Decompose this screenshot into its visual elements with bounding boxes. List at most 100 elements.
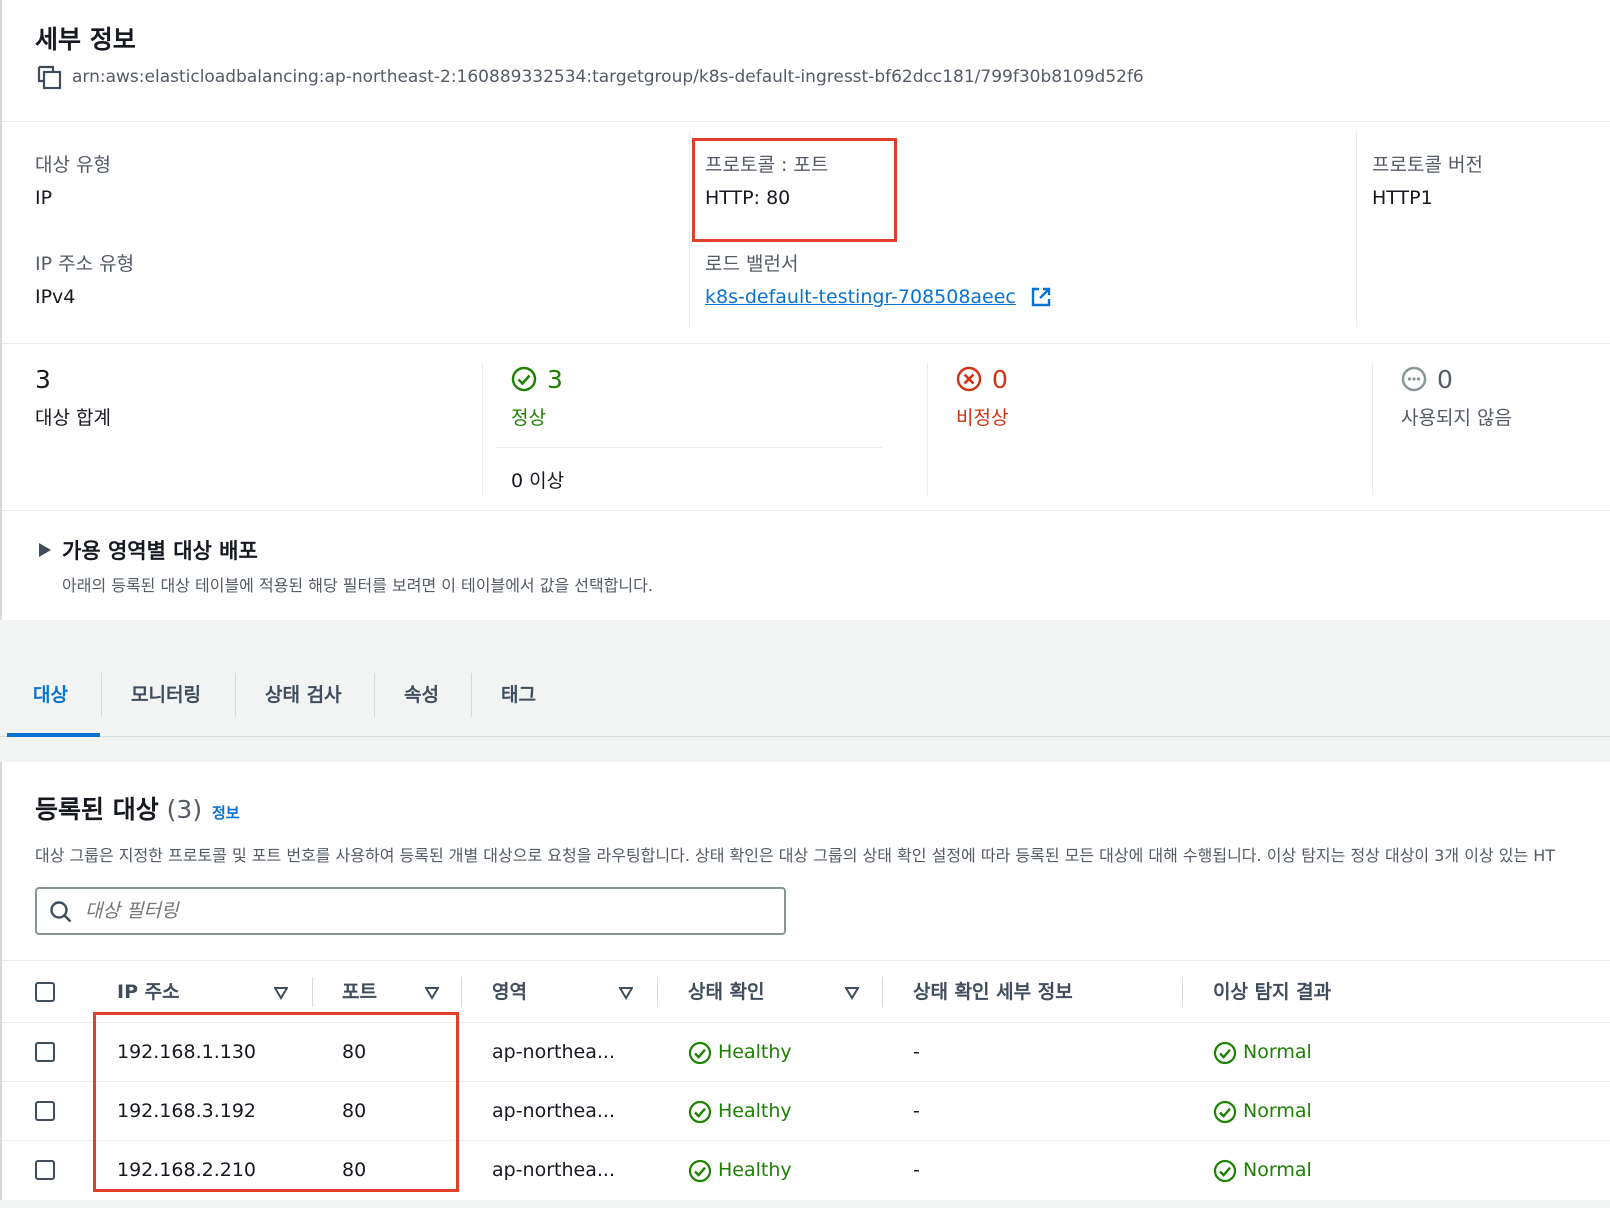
filter-box[interactable] — [35, 887, 786, 935]
healthy-label: 정상 — [511, 407, 546, 429]
registered-count: (3) — [166, 795, 203, 824]
check-circle-icon — [1213, 1159, 1237, 1183]
cell-zone: ap-northea... — [492, 1100, 615, 1122]
row-checkbox[interactable] — [35, 1042, 55, 1062]
tab-tags[interactable]: 태그 — [501, 655, 536, 735]
az-distribution-title[interactable]: 가용 영역별 대상 배포 — [62, 535, 258, 565]
sort-caret-icon[interactable] — [424, 985, 440, 1000]
load-balancer-link[interactable]: k8s-default-testingr-708508aeec — [705, 286, 1016, 308]
details-panel: 세부 정보 arn:aws:elasticloadbalancing:ap-no… — [0, 0, 1610, 620]
check-circle-icon — [688, 1100, 712, 1124]
copy-arn-icon[interactable] — [37, 65, 63, 91]
anomaly-text: Normal — [1243, 1100, 1312, 1122]
target-type-value: IP — [35, 187, 53, 209]
divider — [1356, 132, 1357, 327]
cell-anomaly: Normal — [1213, 1082, 1413, 1140]
total-targets-label: 대상 합계 — [35, 407, 111, 429]
col-header-health[interactable]: 상태 확인 — [688, 961, 765, 1023]
cell-health-details: - — [913, 1159, 920, 1181]
cell-health: Healthy — [688, 1141, 888, 1199]
external-link-icon[interactable] — [1030, 286, 1052, 308]
divider — [2, 510, 1610, 511]
unhealthy-count[interactable]: 0 — [992, 365, 1008, 394]
divider — [374, 673, 375, 717]
check-circle-icon — [1213, 1100, 1237, 1124]
unused-label: 사용되지 않음 — [1401, 407, 1512, 429]
col-header-zone[interactable]: 영역 — [492, 961, 527, 1023]
divider — [657, 977, 658, 1007]
anomaly-text: Normal — [1243, 1159, 1312, 1181]
health-text: Healthy — [718, 1100, 792, 1122]
ip-type-value: IPv4 — [35, 286, 76, 308]
cell-anomaly: Normal — [1213, 1023, 1413, 1081]
divider — [927, 363, 928, 495]
divider — [312, 977, 313, 1007]
search-icon — [49, 900, 73, 924]
divider — [101, 673, 102, 717]
protocol-version-label: 프로토콜 버전 — [1372, 154, 1483, 176]
cell-zone: ap-northea... — [492, 1159, 615, 1181]
tab-attributes[interactable]: 속성 — [404, 655, 439, 735]
registered-title: 등록된 대상 (3) — [35, 790, 202, 826]
divider — [689, 132, 690, 327]
cell-zone: ap-northea... — [492, 1041, 615, 1063]
az-distribution-desc: 아래의 등록된 대상 테이블에 적용된 해당 필터를 보려면 이 테이블에서 값… — [62, 576, 653, 595]
load-balancer-label: 로드 밸런서 — [705, 253, 799, 275]
divider — [482, 363, 483, 495]
filter-input[interactable] — [85, 895, 775, 927]
cell-health-details: - — [913, 1100, 920, 1122]
divider — [235, 673, 236, 717]
tab-monitoring[interactable]: 모니터링 — [131, 655, 201, 735]
divider — [882, 977, 883, 1007]
sort-caret-icon[interactable] — [273, 985, 289, 1000]
divider — [2, 343, 1610, 344]
unused-count[interactable]: 0 — [1437, 365, 1453, 394]
cell-health-details: - — [913, 1041, 920, 1063]
anomaly-text: Normal — [1243, 1041, 1312, 1063]
total-targets-value: 3 — [35, 365, 51, 394]
cell-anomaly: Normal — [1213, 1141, 1413, 1199]
tab-targets[interactable]: 대상 — [33, 655, 68, 735]
check-circle-icon — [688, 1159, 712, 1183]
expand-caret-icon[interactable] — [38, 542, 52, 558]
health-text: Healthy — [718, 1159, 792, 1181]
check-circle-icon — [688, 1041, 712, 1065]
unused-icon — [1401, 366, 1427, 392]
tab-health-checks[interactable]: 상태 검사 — [265, 655, 342, 735]
highlight-box-targets — [93, 1012, 459, 1192]
ip-type-label: IP 주소 유형 — [35, 253, 135, 275]
registered-targets-panel: 등록된 대상 (3) 정보 대상 그룹은 지정한 프로토콜 및 포트 번호를 사… — [0, 762, 1610, 1200]
row-checkbox[interactable] — [35, 1101, 55, 1121]
tab-active-indicator — [7, 733, 100, 737]
row-checkbox[interactable] — [35, 1160, 55, 1180]
sort-caret-icon[interactable] — [618, 985, 634, 1000]
target-type-label: 대상 유형 — [35, 154, 111, 176]
unhealthy-icon — [956, 366, 982, 392]
divider — [461, 977, 462, 1007]
healthy-icon — [511, 366, 537, 392]
info-link[interactable]: 정보 — [212, 802, 240, 823]
col-header-health-details[interactable]: 상태 확인 세부 정보 — [913, 961, 1073, 1023]
cell-health: Healthy — [688, 1082, 888, 1140]
health-text: Healthy — [718, 1041, 792, 1063]
details-title: 세부 정보 — [35, 25, 136, 54]
unhealthy-label: 비정상 — [956, 407, 1009, 429]
registered-desc: 대상 그룹은 지정한 프로토콜 및 포트 번호를 사용하여 등록된 개별 대상으… — [35, 846, 1556, 865]
divider — [497, 447, 882, 448]
sort-caret-icon[interactable] — [844, 985, 860, 1000]
check-circle-icon — [1213, 1041, 1237, 1065]
anomaly-count[interactable]: 0 이상 — [511, 466, 564, 493]
tab-bar: 대상 모니터링 상태 검사 속성 태그 — [0, 655, 1610, 737]
registered-title-text: 등록된 대상 — [35, 795, 159, 824]
healthy-count[interactable]: 3 — [547, 365, 563, 394]
arn-text: arn:aws:elasticloadbalancing:ap-northeas… — [72, 67, 1144, 87]
divider — [471, 673, 472, 717]
protocol-version-value: HTTP1 — [1372, 187, 1433, 209]
cell-health: Healthy — [688, 1023, 888, 1081]
col-header-anomaly[interactable]: 이상 탐지 결과 — [1213, 961, 1331, 1023]
divider — [1372, 363, 1373, 495]
select-all-checkbox[interactable] — [35, 982, 55, 1002]
divider — [2, 121, 1610, 122]
highlight-box-protocol — [692, 138, 897, 242]
divider — [1182, 977, 1183, 1007]
